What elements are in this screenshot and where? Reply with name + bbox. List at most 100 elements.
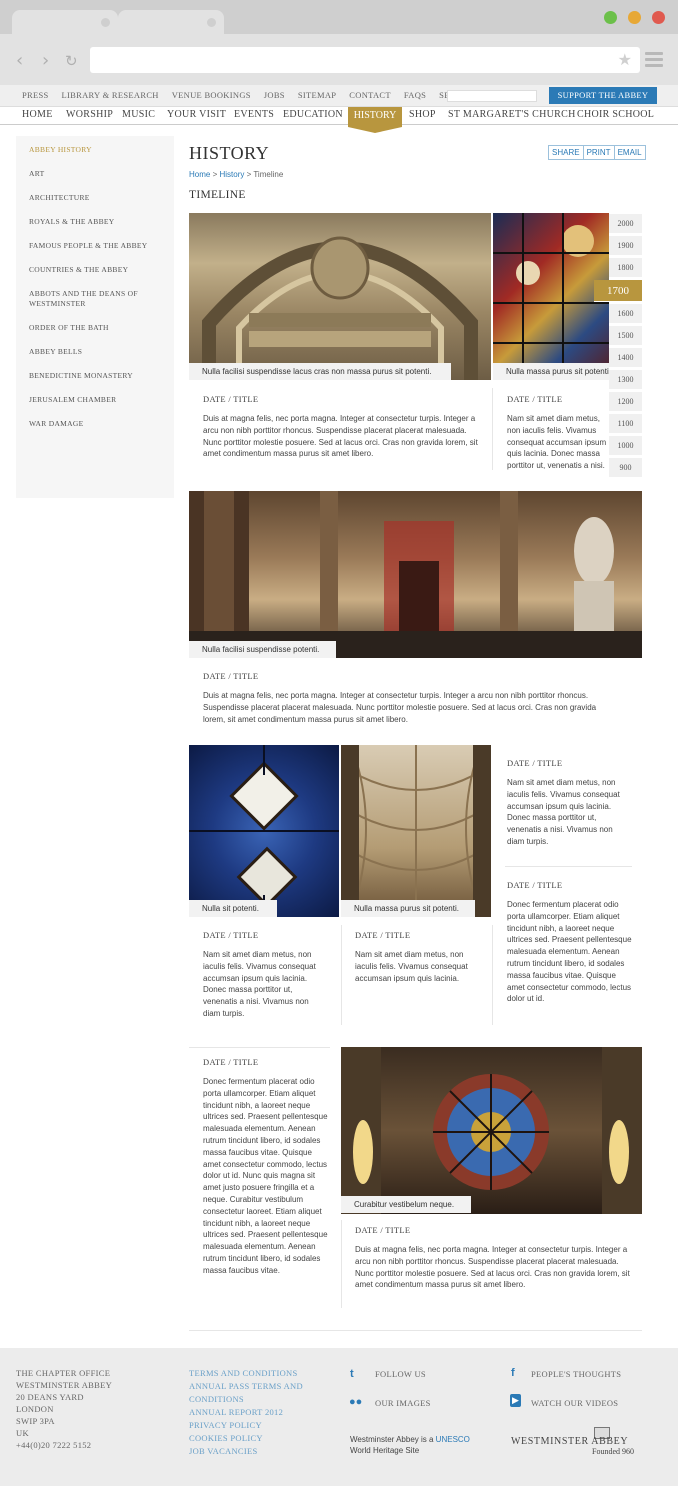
youtube-icon[interactable]: ▶ [510,1394,521,1407]
timeline-year-900[interactable]: 900 [609,458,642,478]
utility-link-sitemap[interactable]: SITEMAP [298,90,336,100]
entry-text: Nam sit amet diam metus, non iaculis fel… [507,414,607,471]
address-line: UK [16,1428,29,1438]
whs-text: World Heritage Site [350,1446,420,1455]
photo-caption: Nulla massa purus sit potenti. [341,900,475,917]
timeline-year-1500[interactable]: 1500 [609,326,642,346]
footer-link-terms[interactable]: TERMS AND CONDITIONS [189,1367,319,1380]
search-input[interactable] [447,90,537,102]
sidebar-item-abbots[interactable]: ABBOTS AND THE DEANS OF WESTMINSTER [29,289,154,309]
entry-date-title: DATE / TITLE [203,394,259,404]
our-images-link[interactable]: OUR IMAGES [375,1398,431,1408]
utility-bar: PRESS LIBRARY & RESEARCH VENUE BOOKINGS … [0,85,678,107]
breadcrumb-history[interactable]: History [219,170,244,179]
footer-link-annual-pass[interactable]: ANNUAL PASS TERMS AND CONDITIONS [189,1380,319,1406]
address-bar[interactable]: ★ [90,47,640,73]
back-icon[interactable]: ‹ [16,50,23,71]
sidebar-item-famous-people[interactable]: FAMOUS PEOPLE & THE ABBEY [29,241,159,251]
browser-window: ‹ › ↻ ★ PRESS LIBRARY & RESEARCH VENUE B… [0,0,678,1486]
sidebar-item-benedictine[interactable]: BENEDICTINE MONASTERY [29,371,159,381]
entry-text: Duis at magna felis, nec porta magna. In… [203,691,597,724]
oscar-wilde-window-photo[interactable] [189,745,339,917]
nav-shop[interactable]: SHOP [409,109,436,120]
share-tools: SHARE PRINT EMAIL [548,145,646,160]
nav-education[interactable]: EDUCATION [283,109,343,120]
nav-st-margarets[interactable]: ST MARGARET'S CHURCH [448,109,576,120]
timeline-year-2000[interactable]: 2000 [609,214,642,234]
sidebar: ABBEY HISTORY ART ARCHITECTURE ROYALS & … [16,136,174,498]
nav-history[interactable]: HISTORY [348,107,402,133]
founded-note: Founded 960 [592,1447,634,1456]
breadcrumb-home[interactable]: Home [189,170,210,179]
footer-link-cookies[interactable]: COOKIES POLICY [189,1432,319,1445]
utility-link-faqs[interactable]: FAQS [404,90,426,100]
peoples-thoughts-link[interactable]: PEOPLE'S THOUGHTS [531,1369,621,1379]
sidebar-item-abbey-bells[interactable]: ABBEY BELLS [29,347,159,357]
entry-text: Nam sit amet diam metus, non iaculis fel… [507,778,620,846]
timeline-year-1200[interactable]: 1200 [609,392,642,412]
timeline-year-1800[interactable]: 1800 [609,258,642,278]
nav-music[interactable]: MUSIC [122,109,155,120]
sidebar-item-architecture[interactable]: ARCHITECTURE [29,193,159,203]
footer-link-privacy[interactable]: PRIVACY POLICY [189,1419,319,1432]
utility-link-press[interactable]: PRESS [22,90,49,100]
utility-link-library[interactable]: LIBRARY & RESEARCH [62,90,159,100]
nav-your-visit[interactable]: YOUR VISIT [167,109,226,120]
browser-tab[interactable] [118,10,224,36]
timeline-year-1300[interactable]: 1300 [609,370,642,390]
footer-address: THE CHAPTER OFFICE WESTMINSTER ABBEY 20 … [16,1367,112,1451]
entry-text: Duis at magna felis, nec porta magna. In… [355,1245,630,1290]
nav-worship[interactable]: WORSHIP [66,109,113,120]
flickr-icon[interactable]: ●● [349,1396,362,1408]
watch-videos-link[interactable]: WATCH OUR VIDEOS [531,1398,618,1408]
timeline-year-1100[interactable]: 1100 [609,414,642,434]
tympanum-photo[interactable] [189,213,491,380]
timeline-year-1600[interactable]: 1600 [609,304,642,324]
nav-home[interactable]: HOME [22,109,53,120]
entry-text: Donec fermentum placerat odio porta ulla… [507,900,632,1004]
utility-link-jobs[interactable]: JOBS [264,90,285,100]
utility-link-venue[interactable]: VENUE BOOKINGS [172,90,251,100]
sidebar-item-countries[interactable]: COUNTRIES & THE ABBEY [29,265,159,275]
stained-glass-photo[interactable] [493,213,609,380]
email-button[interactable]: EMAIL [613,145,646,160]
bookmark-star-icon[interactable]: ★ [618,50,632,70]
sidebar-item-royals[interactable]: ROYALS & THE ABBEY [29,217,159,227]
vaulted-ceiling-photo[interactable] [341,745,491,917]
menu-icon[interactable] [645,52,663,70]
maximize-dot[interactable] [604,11,617,24]
sidebar-item-art[interactable]: ART [29,169,159,179]
address-line: WESTMINSTER ABBEY [16,1380,113,1390]
nav-events[interactable]: EVENTS [234,109,274,120]
footer-link-annual-report[interactable]: ANNUAL REPORT 2012 [189,1406,319,1419]
rose-window-photo[interactable] [341,1047,642,1214]
unesco-link[interactable]: UNESCO [436,1435,470,1444]
minimize-dot[interactable] [628,11,641,24]
share-button[interactable]: SHARE [548,145,584,160]
nave-interior-photo[interactable] [189,491,642,658]
timeline-year-1000[interactable]: 1000 [609,436,642,456]
reload-icon[interactable]: ↻ [65,52,78,70]
utility-link-contact[interactable]: CONTACT [349,90,391,100]
print-button[interactable]: PRINT [582,145,615,160]
sidebar-item-order-of-bath[interactable]: ORDER OF THE BATH [29,323,159,333]
timeline-year-1400[interactable]: 1400 [609,348,642,368]
timeline-year-1700[interactable]: 1700 [594,280,642,302]
close-dot[interactable] [652,11,665,24]
sidebar-item-war-damage[interactable]: WAR DAMAGE [29,419,159,429]
facebook-icon[interactable]: f [511,1367,515,1379]
sidebar-item-abbey-history[interactable]: ABBEY HISTORY [29,145,159,155]
twitter-icon[interactable]: t [350,1368,354,1380]
footer-link-jobs[interactable]: JOB VACANCIES [189,1445,319,1458]
follow-us-link[interactable]: FOLLOW US [375,1369,426,1379]
entry-date-title: DATE / TITLE [203,1057,259,1067]
timeline-year-1900[interactable]: 1900 [609,236,642,256]
nav-choir-school[interactable]: CHOIR SCHOOL [577,109,654,120]
entry-date-title: DATE / TITLE [203,930,259,940]
footer-logo[interactable]: WESTMINSTER ABBEY [511,1436,628,1447]
browser-tab[interactable] [12,10,118,36]
section-title: TIMELINE [189,189,246,201]
sidebar-item-jerusalem[interactable]: JERUSALEM CHAMBER [29,395,159,405]
forward-icon[interactable]: › [42,50,49,71]
support-button[interactable]: SUPPORT THE ABBEY [549,87,657,104]
